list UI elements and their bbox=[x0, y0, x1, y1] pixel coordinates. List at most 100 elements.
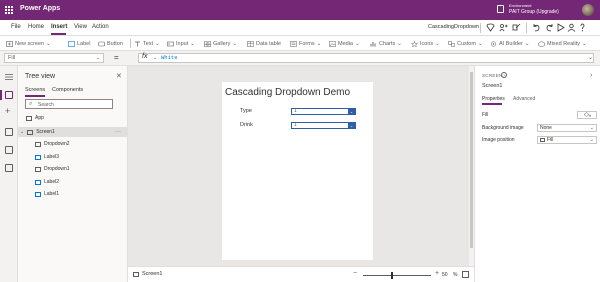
background-image-dropdown[interactable]: None ⌄ bbox=[537, 124, 597, 132]
more-options-icon[interactable]: ··· bbox=[115, 129, 121, 135]
zoom-slider-thumb[interactable] bbox=[391, 272, 393, 279]
new-screen-icon bbox=[6, 40, 13, 47]
connections-icon[interactable] bbox=[512, 23, 521, 32]
account-icon[interactable] bbox=[567, 23, 576, 32]
text-menu[interactable]: Text ⌄ bbox=[134, 39, 160, 48]
hamburger-icon[interactable] bbox=[5, 74, 13, 80]
input-label: Input bbox=[176, 40, 189, 47]
undo-icon[interactable] bbox=[532, 23, 541, 32]
tab-components[interactable]: Components bbox=[52, 87, 83, 93]
media-menu[interactable]: Media ⌄ bbox=[329, 39, 360, 48]
ai-builder-menu[interactable]: AI Builder ⌄ bbox=[490, 39, 529, 48]
tree-view-title: Tree view bbox=[25, 73, 56, 80]
tree-node-label2[interactable]: Label2 bbox=[35, 177, 59, 187]
data-icon[interactable] bbox=[5, 128, 13, 136]
charts-menu[interactable]: Charts ⌄ bbox=[370, 39, 402, 48]
tree-search-input[interactable]: ⌕ Search bbox=[25, 99, 113, 109]
demo-title-label[interactable]: Cascading Dropdown Demo bbox=[225, 87, 350, 98]
data-table-button[interactable]: Data table bbox=[247, 39, 281, 48]
property-dropdown[interactable]: Fill ⌄ bbox=[4, 53, 104, 63]
chevron-down-icon: ⌄ bbox=[316, 40, 322, 47]
play-icon[interactable] bbox=[556, 23, 565, 32]
app-icon bbox=[26, 115, 32, 121]
tree-node-label1[interactable]: Label1 bbox=[35, 189, 59, 199]
zoom-in-button[interactable]: + bbox=[435, 270, 439, 277]
zoom-value[interactable]: 50 bbox=[442, 272, 448, 278]
app-checker-icon[interactable] bbox=[486, 23, 495, 32]
new-screen-button[interactable]: New screen ⌄ bbox=[6, 39, 51, 48]
media-icon[interactable] bbox=[5, 146, 13, 154]
dropdown2[interactable]: 1 ⌄ bbox=[291, 122, 356, 129]
menu-view[interactable]: View bbox=[74, 24, 87, 30]
fill-color-picker[interactable] bbox=[577, 111, 597, 119]
environment-label: Environment bbox=[509, 3, 532, 8]
close-icon[interactable]: ✕ bbox=[116, 72, 122, 80]
custom-icon bbox=[448, 40, 455, 47]
tab-advanced[interactable]: Advanced bbox=[513, 96, 535, 102]
label-icon bbox=[35, 179, 41, 185]
dropdown1[interactable]: 1 ⌄ bbox=[291, 108, 356, 115]
tab-screens[interactable]: Screens bbox=[25, 87, 45, 93]
redo-icon[interactable] bbox=[545, 23, 554, 32]
tab-properties[interactable]: Properties bbox=[482, 96, 505, 102]
screen-selector[interactable]: Screen1 bbox=[133, 271, 163, 277]
formula-bar: Fill ⌄ = fx ⌄ White ⌄ bbox=[0, 51, 600, 66]
fx-icon[interactable]: fx bbox=[142, 53, 147, 60]
control-name: Screen1 bbox=[482, 83, 503, 89]
environment-icon bbox=[497, 5, 504, 13]
scrollbar-thumb[interactable] bbox=[470, 72, 473, 248]
menu-home[interactable]: Home bbox=[28, 24, 44, 30]
dropdown2-value: 1 bbox=[294, 122, 297, 128]
menu-file[interactable]: File bbox=[11, 24, 21, 30]
help-icon[interactable] bbox=[578, 23, 587, 32]
tree-view-icon[interactable] bbox=[5, 91, 13, 99]
app-name: Power Apps bbox=[20, 5, 61, 12]
zoom-slider[interactable] bbox=[363, 275, 431, 276]
chevron-down-icon: ⌄ bbox=[354, 40, 360, 47]
image-position-dropdown[interactable]: Fill ⌄ bbox=[537, 136, 597, 144]
formula-value[interactable]: White bbox=[161, 54, 178, 61]
charts-icon bbox=[370, 41, 376, 46]
chevron-down-icon[interactable]: ⌄ bbox=[153, 55, 157, 61]
tree-node-screen1[interactable]: ⌄ Screen1 ··· bbox=[20, 127, 128, 137]
menu-bar: File Home Insert View Action CascadingDr… bbox=[0, 20, 600, 36]
tree-node-label3[interactable]: Label3 bbox=[35, 152, 59, 162]
forms-menu[interactable]: Forms ⌄ bbox=[290, 39, 321, 48]
gallery-menu[interactable]: Gallery ⌄ bbox=[204, 39, 237, 48]
advanced-tools-icon[interactable] bbox=[5, 164, 13, 172]
chevron-down-icon: ⌄ bbox=[155, 40, 160, 47]
drink-label[interactable]: Drink bbox=[240, 122, 253, 128]
chevron-down-icon[interactable]: ⌄ bbox=[588, 54, 593, 61]
custom-menu[interactable]: Custom ⌄ bbox=[448, 39, 483, 48]
button-button[interactable]: Button bbox=[98, 39, 123, 48]
chevron-right-icon[interactable]: › bbox=[590, 72, 592, 79]
image-icon bbox=[540, 137, 545, 142]
search-icon: ⌕ bbox=[29, 101, 33, 107]
mixed-reality-label: Mixed Reality bbox=[547, 40, 581, 47]
zoom-out-button[interactable]: − bbox=[353, 270, 357, 277]
search-placeholder: Search bbox=[38, 102, 54, 108]
icons-menu[interactable]: Icons ⌄ bbox=[411, 39, 440, 48]
tree-node-dropdown1[interactable]: Dropdown1 bbox=[35, 164, 70, 174]
environment-name[interactable]: PAIT Group (Upgrade) bbox=[509, 9, 559, 15]
tree-node-app[interactable]: App bbox=[26, 113, 44, 123]
mixed-reality-menu[interactable]: Mixed Reality ⌄ bbox=[538, 39, 587, 48]
background-image-label: Background image bbox=[482, 125, 524, 131]
text-icon bbox=[135, 41, 140, 46]
input-menu[interactable]: Input ⌄ bbox=[167, 39, 195, 48]
help-icon[interactable]: ? bbox=[501, 72, 507, 78]
label-button[interactable]: Label bbox=[68, 39, 90, 48]
tab-active-indicator bbox=[25, 95, 45, 97]
formula-input[interactable] bbox=[138, 53, 594, 63]
type-label[interactable]: Type bbox=[240, 108, 252, 114]
fit-to-window-icon[interactable] bbox=[462, 271, 469, 278]
chevron-down-icon: ⌄ bbox=[397, 40, 402, 47]
add-icon[interactable]: + bbox=[5, 107, 10, 116]
share-icon[interactable] bbox=[499, 23, 508, 32]
tree-node-dropdown2[interactable]: Dropdown2 bbox=[35, 139, 70, 149]
app-launcher-icon[interactable] bbox=[5, 6, 13, 14]
menu-action[interactable]: Action bbox=[92, 24, 109, 30]
menu-insert[interactable]: Insert bbox=[51, 24, 67, 30]
image-position-label: Image position bbox=[482, 137, 515, 143]
user-avatar[interactable] bbox=[582, 4, 594, 16]
